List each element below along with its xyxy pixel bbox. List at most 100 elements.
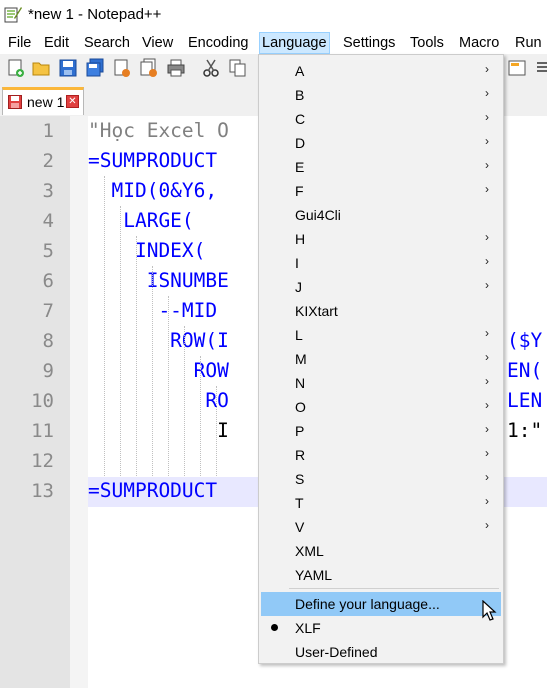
menu-item-label: D (295, 135, 306, 151)
submenu-arrow-icon: › (485, 86, 489, 100)
menu-item-t[interactable]: T › (261, 491, 501, 515)
menu-encoding[interactable]: Encoding (186, 33, 250, 53)
tab-close-icon[interactable]: ✕ (66, 95, 79, 108)
line-number: 5 (42, 240, 54, 262)
line-number: 11 (31, 420, 54, 442)
line-number: 6 (42, 270, 54, 292)
submenu-arrow-icon: › (485, 470, 489, 484)
function-list-icon[interactable] (534, 58, 547, 78)
tab-label: new 1 (27, 94, 65, 110)
menu-item-label: Gui4Cli (295, 207, 341, 223)
menu-item-label: R (295, 447, 306, 463)
copy-icon[interactable] (228, 58, 248, 78)
menu-item-p[interactable]: P › (261, 419, 501, 443)
code-fragment: LEN (507, 389, 543, 412)
code-line: =SUMPRODUCT (88, 479, 218, 502)
new-file-icon[interactable] (6, 58, 26, 78)
menu-item-r[interactable]: R › (261, 443, 501, 467)
menu-item-label: C (295, 111, 306, 127)
code-line: I (88, 419, 229, 442)
line-number: 8 (42, 330, 54, 352)
menu-item-b[interactable]: B › (261, 83, 501, 107)
indent-guide (168, 296, 169, 476)
close-all-icon[interactable] (139, 58, 159, 78)
line-number: 4 (42, 210, 54, 232)
menu-bar: File Edit Search View Encoding Language … (0, 30, 547, 54)
code-line: ROW (88, 359, 229, 382)
menu-view[interactable]: View (140, 33, 175, 53)
menu-item-j[interactable]: J › (261, 275, 501, 299)
menu-item-label: Define your language... (295, 596, 440, 612)
save-icon[interactable] (58, 58, 78, 78)
code-line: ROW(I (88, 329, 229, 352)
menu-item-label: A (295, 63, 305, 79)
menu-item-label: N (295, 375, 306, 391)
submenu-arrow-icon: › (485, 446, 489, 460)
indent-guide (104, 176, 105, 476)
menu-item-d[interactable]: D › (261, 131, 501, 155)
menu-item-h[interactable]: H › (261, 227, 501, 251)
line-number: 7 (42, 300, 54, 322)
submenu-arrow-icon: › (485, 62, 489, 76)
line-number: 12 (31, 450, 54, 472)
tab-new-1[interactable]: new 1 ✕ (2, 87, 84, 115)
menu-separator (289, 588, 499, 589)
line-number: 2 (42, 150, 54, 172)
menu-edit[interactable]: Edit (42, 33, 71, 53)
menu-item-o[interactable]: O › (261, 395, 501, 419)
submenu-arrow-icon: › (485, 278, 489, 292)
open-folder-icon[interactable] (31, 58, 51, 78)
menu-item-e[interactable]: E › (261, 155, 501, 179)
selected-bullet-icon (271, 624, 278, 631)
menu-item-label: M (295, 351, 307, 367)
menu-item-label: H (295, 231, 306, 247)
close-file-icon[interactable] (112, 58, 132, 78)
menu-item-f[interactable]: F › (261, 179, 501, 203)
menu-item-label: XLF (295, 620, 321, 636)
print-icon[interactable] (166, 58, 186, 78)
menu-search[interactable]: Search (82, 33, 132, 53)
menu-item-label: User-Defined (295, 644, 378, 660)
menu-item-user-defined[interactable]: User-Defined (261, 640, 501, 664)
menu-settings[interactable]: Settings (341, 33, 397, 53)
code-line: ISNUMBE (88, 269, 229, 292)
menu-macro[interactable]: Macro (457, 33, 501, 53)
menu-item-label: I (295, 255, 299, 271)
menu-item-gui4cli[interactable]: Gui4Cli (261, 203, 501, 227)
menu-item-l[interactable]: L › (261, 323, 501, 347)
menu-item-define-your-language[interactable]: Define your language... (261, 592, 501, 616)
menu-item-xml[interactable]: XML (261, 539, 501, 563)
menu-item-m[interactable]: M › (261, 347, 501, 371)
menu-item-n[interactable]: N › (261, 371, 501, 395)
menu-item-s[interactable]: S › (261, 467, 501, 491)
indent-guide (200, 356, 201, 476)
submenu-arrow-icon: › (485, 254, 489, 268)
menu-item-yaml[interactable]: YAML (261, 563, 501, 587)
code-fragment: 1:" (507, 419, 543, 442)
menu-language[interactable]: Language (259, 32, 330, 54)
submenu-arrow-icon: › (485, 158, 489, 172)
language-dropdown-menu: A › B › C › D › E › F › Gui4Cli H › I › J › KIXtart L › M › N › O ›… (258, 54, 504, 664)
indent-guide (120, 206, 121, 476)
menu-file[interactable]: File (6, 33, 33, 53)
mouse-cursor-icon (482, 600, 497, 621)
menu-item-xlf[interactable]: XLF (261, 616, 501, 640)
menu-item-a[interactable]: A › (261, 59, 501, 83)
save-all-icon[interactable] (85, 58, 105, 78)
code-line: "Học Excel O (88, 119, 229, 142)
menu-item-kixtart[interactable]: KIXtart (261, 299, 501, 323)
menu-tools[interactable]: Tools (408, 33, 446, 53)
menu-item-v[interactable]: V › (261, 515, 501, 539)
menu-item-label: J (295, 279, 302, 295)
submenu-arrow-icon: › (485, 230, 489, 244)
code-line: MID(0&Y6, (88, 179, 218, 202)
submenu-arrow-icon: › (485, 326, 489, 340)
code-line: =SUMPRODUCT (88, 149, 218, 172)
document-map-icon[interactable] (507, 58, 527, 78)
menu-item-label: S (295, 471, 305, 487)
menu-run[interactable]: Run (513, 33, 544, 53)
cut-icon[interactable] (201, 58, 221, 78)
menu-item-label: P (295, 423, 305, 439)
menu-item-c[interactable]: C › (261, 107, 501, 131)
menu-item-i[interactable]: I › (261, 251, 501, 275)
